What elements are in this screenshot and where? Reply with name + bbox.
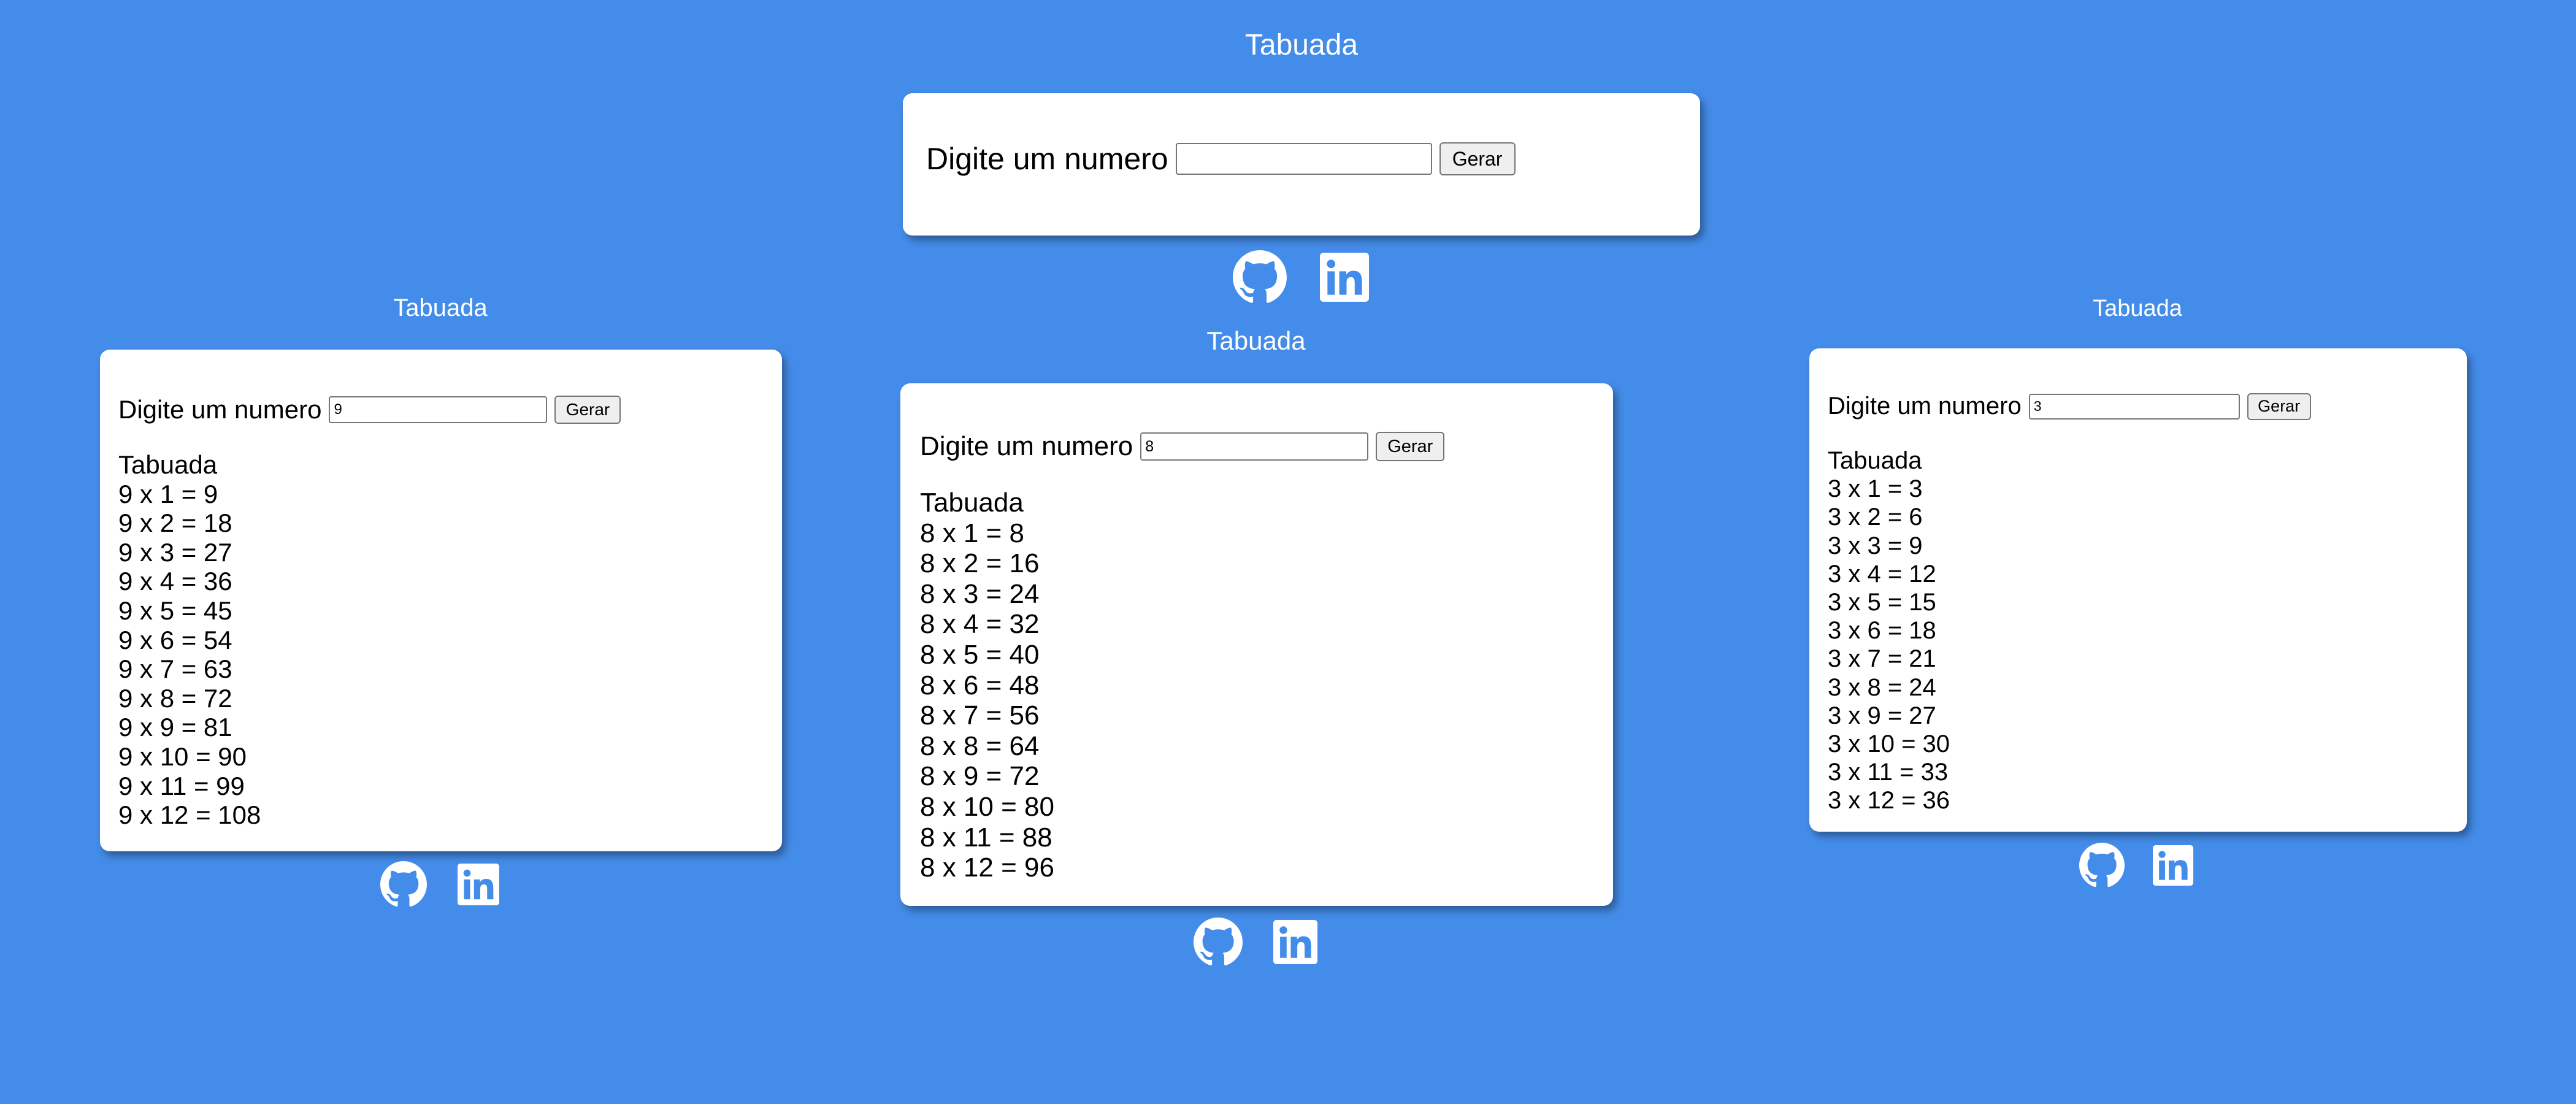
table-row: 9 x 7 = 63 [118, 654, 232, 684]
github-link[interactable] [1233, 250, 1287, 304]
number-label: Digite um numero [926, 142, 1168, 176]
number-input[interactable] [1140, 432, 1369, 461]
table-row: 8 x 2 = 16 [920, 548, 1040, 579]
table-row: 8 x 8 = 64 [920, 730, 1040, 761]
multiplication-table: Tabuada 8 x 1 = 8 8 x 2 = 16 8 x 3 = 24 … [920, 488, 1054, 883]
generate-button[interactable]: Gerar [1376, 432, 1445, 461]
result-title: Tabuada [118, 450, 218, 479]
table-row: 9 x 5 = 45 [118, 596, 232, 625]
generate-button[interactable]: Gerar [1439, 142, 1516, 175]
github-link[interactable] [380, 861, 427, 908]
table-row: 8 x 11 = 88 [920, 822, 1052, 853]
github-icon [1233, 250, 1287, 303]
table-row: 8 x 3 = 24 [920, 578, 1040, 609]
generate-button[interactable]: Gerar [554, 396, 621, 424]
social-links [2079, 843, 2193, 888]
number-form: Digite um numero Gerar [1828, 393, 2311, 420]
table-row: 8 x 6 = 48 [920, 670, 1040, 700]
number-input[interactable] [2028, 393, 2240, 420]
social-links [1233, 250, 1369, 304]
linkedin-icon [1273, 920, 1317, 964]
table-row: 3 x 9 = 27 [1828, 702, 1936, 729]
result-title: Tabuada [1828, 447, 1922, 474]
linkedin-link[interactable] [1320, 253, 1369, 302]
multiplication-table: Tabuada 9 x 1 = 9 9 x 2 = 18 9 x 3 = 27 … [118, 450, 261, 830]
page-title: Tabuada [393, 294, 488, 321]
number-label: Digite um numero [920, 431, 1133, 461]
linkedin-icon [1320, 253, 1369, 302]
github-link[interactable] [2079, 843, 2125, 888]
social-links [1194, 918, 1317, 967]
github-link[interactable] [1194, 918, 1243, 967]
table-row: 8 x 1 = 8 [920, 518, 1025, 548]
social-links [380, 861, 499, 908]
linkedin-link[interactable] [1273, 920, 1317, 964]
table-row: 3 x 12 = 36 [1828, 787, 1950, 815]
tabuada-card: Digite um numero Gerar [903, 93, 1700, 236]
table-row: 8 x 9 = 72 [920, 761, 1040, 792]
table-row: 3 x 8 = 24 [1828, 673, 1936, 701]
table-row: 9 x 10 = 90 [118, 742, 247, 771]
table-row: 9 x 4 = 36 [118, 567, 232, 596]
table-row: 9 x 11 = 99 [118, 771, 245, 800]
linkedin-link[interactable] [2153, 845, 2193, 886]
number-form: Digite um numero Gerar [926, 141, 1516, 177]
table-row: 3 x 3 = 9 [1828, 532, 1923, 559]
number-label: Digite um numero [118, 395, 322, 424]
table-row: 9 x 1 = 9 [118, 479, 218, 508]
table-row: 3 x 10 = 30 [1828, 730, 1950, 758]
number-form: Digite um numero Gerar [118, 395, 621, 424]
table-row: 8 x 12 = 96 [920, 853, 1054, 883]
github-icon [1194, 918, 1243, 966]
table-row: 8 x 10 = 80 [920, 791, 1054, 822]
table-row: 8 x 7 = 56 [920, 700, 1040, 731]
table-row: 3 x 2 = 6 [1828, 504, 1923, 531]
page-title: Tabuada [2093, 296, 2182, 321]
linkedin-icon [458, 864, 499, 905]
generate-button[interactable]: Gerar [2247, 393, 2311, 420]
table-row: 3 x 11 = 33 [1828, 759, 1949, 786]
number-label: Digite um numero [1828, 393, 2022, 420]
table-row: 9 x 3 = 27 [118, 537, 232, 567]
table-row: 8 x 5 = 40 [920, 639, 1040, 670]
table-row: 9 x 2 = 18 [118, 508, 232, 538]
page-title: Tabuada [1206, 326, 1306, 355]
github-icon [380, 861, 427, 907]
table-row: 3 x 5 = 15 [1828, 589, 1936, 616]
result-title: Tabuada [920, 488, 1024, 518]
page-title: Tabuada [1244, 29, 1359, 61]
table-row: 3 x 7 = 21 [1828, 645, 1936, 673]
table-row: 9 x 12 = 108 [118, 800, 261, 830]
tabuada-card: Digite um numero Gerar Tabuada 3 x 1 = 3… [1809, 348, 2467, 832]
table-row: 9 x 9 = 81 [118, 713, 232, 742]
table-row: 3 x 4 = 12 [1828, 560, 1936, 588]
number-form: Digite um numero Gerar [920, 431, 1445, 462]
number-input[interactable] [1175, 143, 1432, 175]
linkedin-icon [2153, 845, 2193, 886]
tabuada-card: Digite um numero Gerar Tabuada 9 x 1 = 9… [100, 350, 782, 851]
linkedin-link[interactable] [458, 864, 499, 905]
multiplication-table: Tabuada 3 x 1 = 3 3 x 2 = 6 3 x 3 = 9 3 … [1828, 447, 1950, 815]
table-row: 9 x 8 = 72 [118, 683, 232, 713]
number-input[interactable] [329, 396, 548, 423]
github-icon [2079, 843, 2125, 887]
table-row: 8 x 4 = 32 [920, 609, 1040, 640]
tabuada-card: Digite um numero Gerar Tabuada 8 x 1 = 8… [900, 383, 1613, 906]
table-row: 9 x 6 = 54 [118, 625, 232, 654]
table-row: 3 x 1 = 3 [1828, 475, 1923, 503]
table-row: 3 x 6 = 18 [1828, 617, 1936, 645]
